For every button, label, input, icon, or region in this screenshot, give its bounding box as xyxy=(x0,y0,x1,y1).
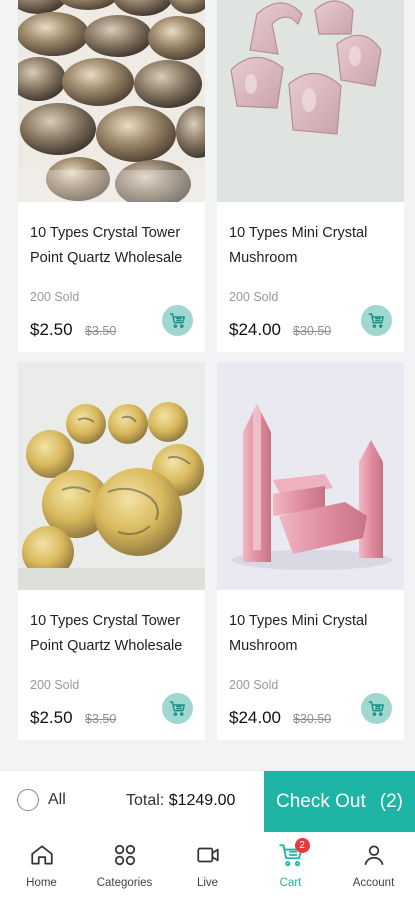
checkout-label: Check Out xyxy=(276,791,366,812)
checkout-count: (2) xyxy=(379,791,403,812)
product-image[interactable] xyxy=(18,362,205,590)
original-price: $30.50 xyxy=(293,712,332,726)
select-all-label: All xyxy=(48,791,66,808)
product-title[interactable]: 10 Types Crystal Tower Point Quartz Whol… xyxy=(30,609,195,659)
original-price: $30.50 xyxy=(293,324,332,338)
sold-count: 200 Sold xyxy=(30,678,80,692)
product-title[interactable]: 10 Types Mini Crystal Mushroom xyxy=(229,609,394,659)
product-title[interactable]: 10 Types Mini Crystal Mushroom xyxy=(229,221,394,271)
home-icon xyxy=(30,845,53,865)
total-label: Total: xyxy=(126,792,165,809)
cart-icon xyxy=(368,701,384,716)
product-price: $2.50 xyxy=(30,708,73,727)
tab-categories[interactable]: Categories xyxy=(83,832,166,900)
cart-icon xyxy=(368,313,384,328)
sold-count: 200 Sold xyxy=(229,290,279,304)
tab-live[interactable]: Live xyxy=(166,832,249,900)
tab-label: Cart xyxy=(279,877,302,889)
cart-icon xyxy=(169,313,185,328)
original-price: $3.50 xyxy=(85,324,117,338)
select-all-toggle[interactable]: All xyxy=(17,789,66,811)
sold-count: 200 Sold xyxy=(229,678,279,692)
cart-badge: 2 xyxy=(294,838,310,853)
cart-icon xyxy=(169,701,185,716)
tab-label: Home xyxy=(26,877,57,889)
product-image[interactable] xyxy=(217,0,404,202)
product-title[interactable]: 10 Types Crystal Tower Point Quartz Whol… xyxy=(30,221,195,271)
product-price: $24.00 xyxy=(229,320,281,339)
product-price: $2.50 xyxy=(30,320,73,339)
cart-page: 10 Types Crystal Tower Point Quartz Whol… xyxy=(0,0,415,900)
checkout-button[interactable]: Check Out (2) xyxy=(264,771,415,833)
tab-home[interactable]: Home xyxy=(0,832,83,900)
cart-total: Total: $1249.00 xyxy=(126,792,235,810)
bottom-tab-bar: Home Categories Live 2 Cart Account xyxy=(0,832,415,900)
original-price: $3.50 xyxy=(85,712,117,726)
product-image[interactable] xyxy=(18,0,205,202)
tab-label: Categories xyxy=(96,877,153,889)
add-to-cart-button[interactable] xyxy=(361,305,392,336)
tab-label: Live xyxy=(196,877,219,889)
live-camera-icon xyxy=(196,847,219,863)
total-amount: $1249.00 xyxy=(168,792,236,809)
checkout-bar: All Total: $1249.00 Check Out (2) xyxy=(0,770,415,833)
add-to-cart-button[interactable] xyxy=(162,693,193,724)
product-card[interactable]: 10 Types Mini Crystal Mushroom 200 Sold … xyxy=(217,362,404,740)
add-to-cart-button[interactable] xyxy=(162,305,193,336)
sold-count: 200 Sold xyxy=(30,290,80,304)
select-all-radio[interactable] xyxy=(17,789,39,811)
product-image[interactable] xyxy=(217,362,404,590)
add-to-cart-button[interactable] xyxy=(361,693,392,724)
product-price: $24.00 xyxy=(229,708,281,727)
product-card[interactable]: 10 Types Mini Crystal Mushroom 200 Sold … xyxy=(217,0,404,352)
product-card[interactable]: 10 Types Crystal Tower Point Quartz Whol… xyxy=(18,0,205,352)
categories-icon xyxy=(114,844,135,866)
tab-label: Account xyxy=(352,877,395,889)
tab-cart[interactable]: 2 Cart xyxy=(249,832,332,900)
account-icon xyxy=(363,845,384,865)
tab-account[interactable]: Account xyxy=(332,832,415,900)
product-card[interactable]: 10 Types Crystal Tower Point Quartz Whol… xyxy=(18,362,205,740)
